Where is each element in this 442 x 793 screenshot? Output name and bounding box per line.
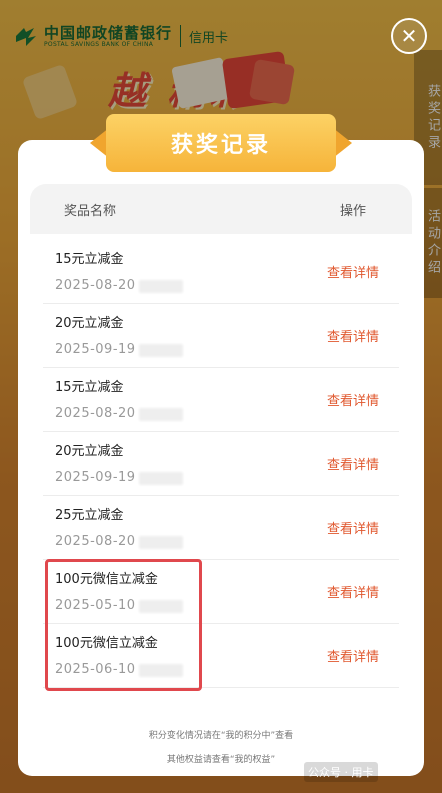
- redacted-value: [139, 280, 183, 293]
- prize-name: 20元立减金: [55, 444, 124, 459]
- view-details-link[interactable]: 查看详情: [327, 390, 379, 409]
- view-details-link[interactable]: 查看详情: [327, 582, 379, 601]
- table-header: 奖品名称 操作: [30, 184, 412, 234]
- prize-date: 2025-09-19: [55, 470, 136, 485]
- table-row: 20元立减金 2025-09-19 查看详情: [43, 432, 399, 496]
- prize-date: 2025-08-20: [55, 534, 136, 549]
- view-details-link[interactable]: 查看详情: [327, 326, 379, 345]
- points-note: 积分变化情况请在“我的积分中”查看: [148, 731, 294, 741]
- view-details-link[interactable]: 查看详情: [327, 646, 379, 665]
- view-details-link[interactable]: 查看详情: [327, 518, 379, 537]
- table-row: 20元立减金 2025-09-19 查看详情: [43, 304, 399, 368]
- prize-date: 2025-09-19: [55, 342, 136, 357]
- prize-name: 15元立减金: [55, 380, 124, 395]
- view-details-link[interactable]: 查看详情: [327, 262, 379, 281]
- view-details-link[interactable]: 查看详情: [327, 454, 379, 473]
- table-row: 25元立减金 2025-08-20 查看详情: [43, 496, 399, 560]
- table-row: 15元立减金 2025-08-20 查看详情: [43, 240, 399, 304]
- col-header-action: 操作: [339, 203, 366, 219]
- table-row: 15元立减金 2025-08-20 查看详情: [43, 368, 399, 432]
- redacted-value: [139, 344, 183, 357]
- modal-title: 获奖记录: [170, 133, 271, 158]
- modal-title-ribbon: 获奖记录: [90, 114, 352, 172]
- records-modal: 奖品名称 操作 15元立减金 2025-08-20 查看详情 20元立减金 20…: [18, 140, 424, 776]
- prize-name: 25元立减金: [55, 508, 124, 523]
- highlight-box: [45, 559, 202, 691]
- redacted-value: [139, 408, 183, 421]
- col-header-name: 奖品名称: [64, 203, 117, 219]
- prize-name: 15元立减金: [55, 252, 124, 267]
- redacted-value: [139, 536, 183, 549]
- watermark: 公众号 · 用卡: [304, 762, 378, 782]
- close-button[interactable]: ✕: [391, 18, 427, 54]
- prize-name: 20元立减金: [55, 316, 124, 331]
- close-icon: ✕: [400, 24, 418, 48]
- ribbon-body: 获奖记录: [106, 114, 336, 172]
- prize-date: 2025-08-20: [55, 406, 136, 421]
- prize-date: 2025-08-20: [55, 278, 136, 293]
- redacted-value: [139, 472, 183, 485]
